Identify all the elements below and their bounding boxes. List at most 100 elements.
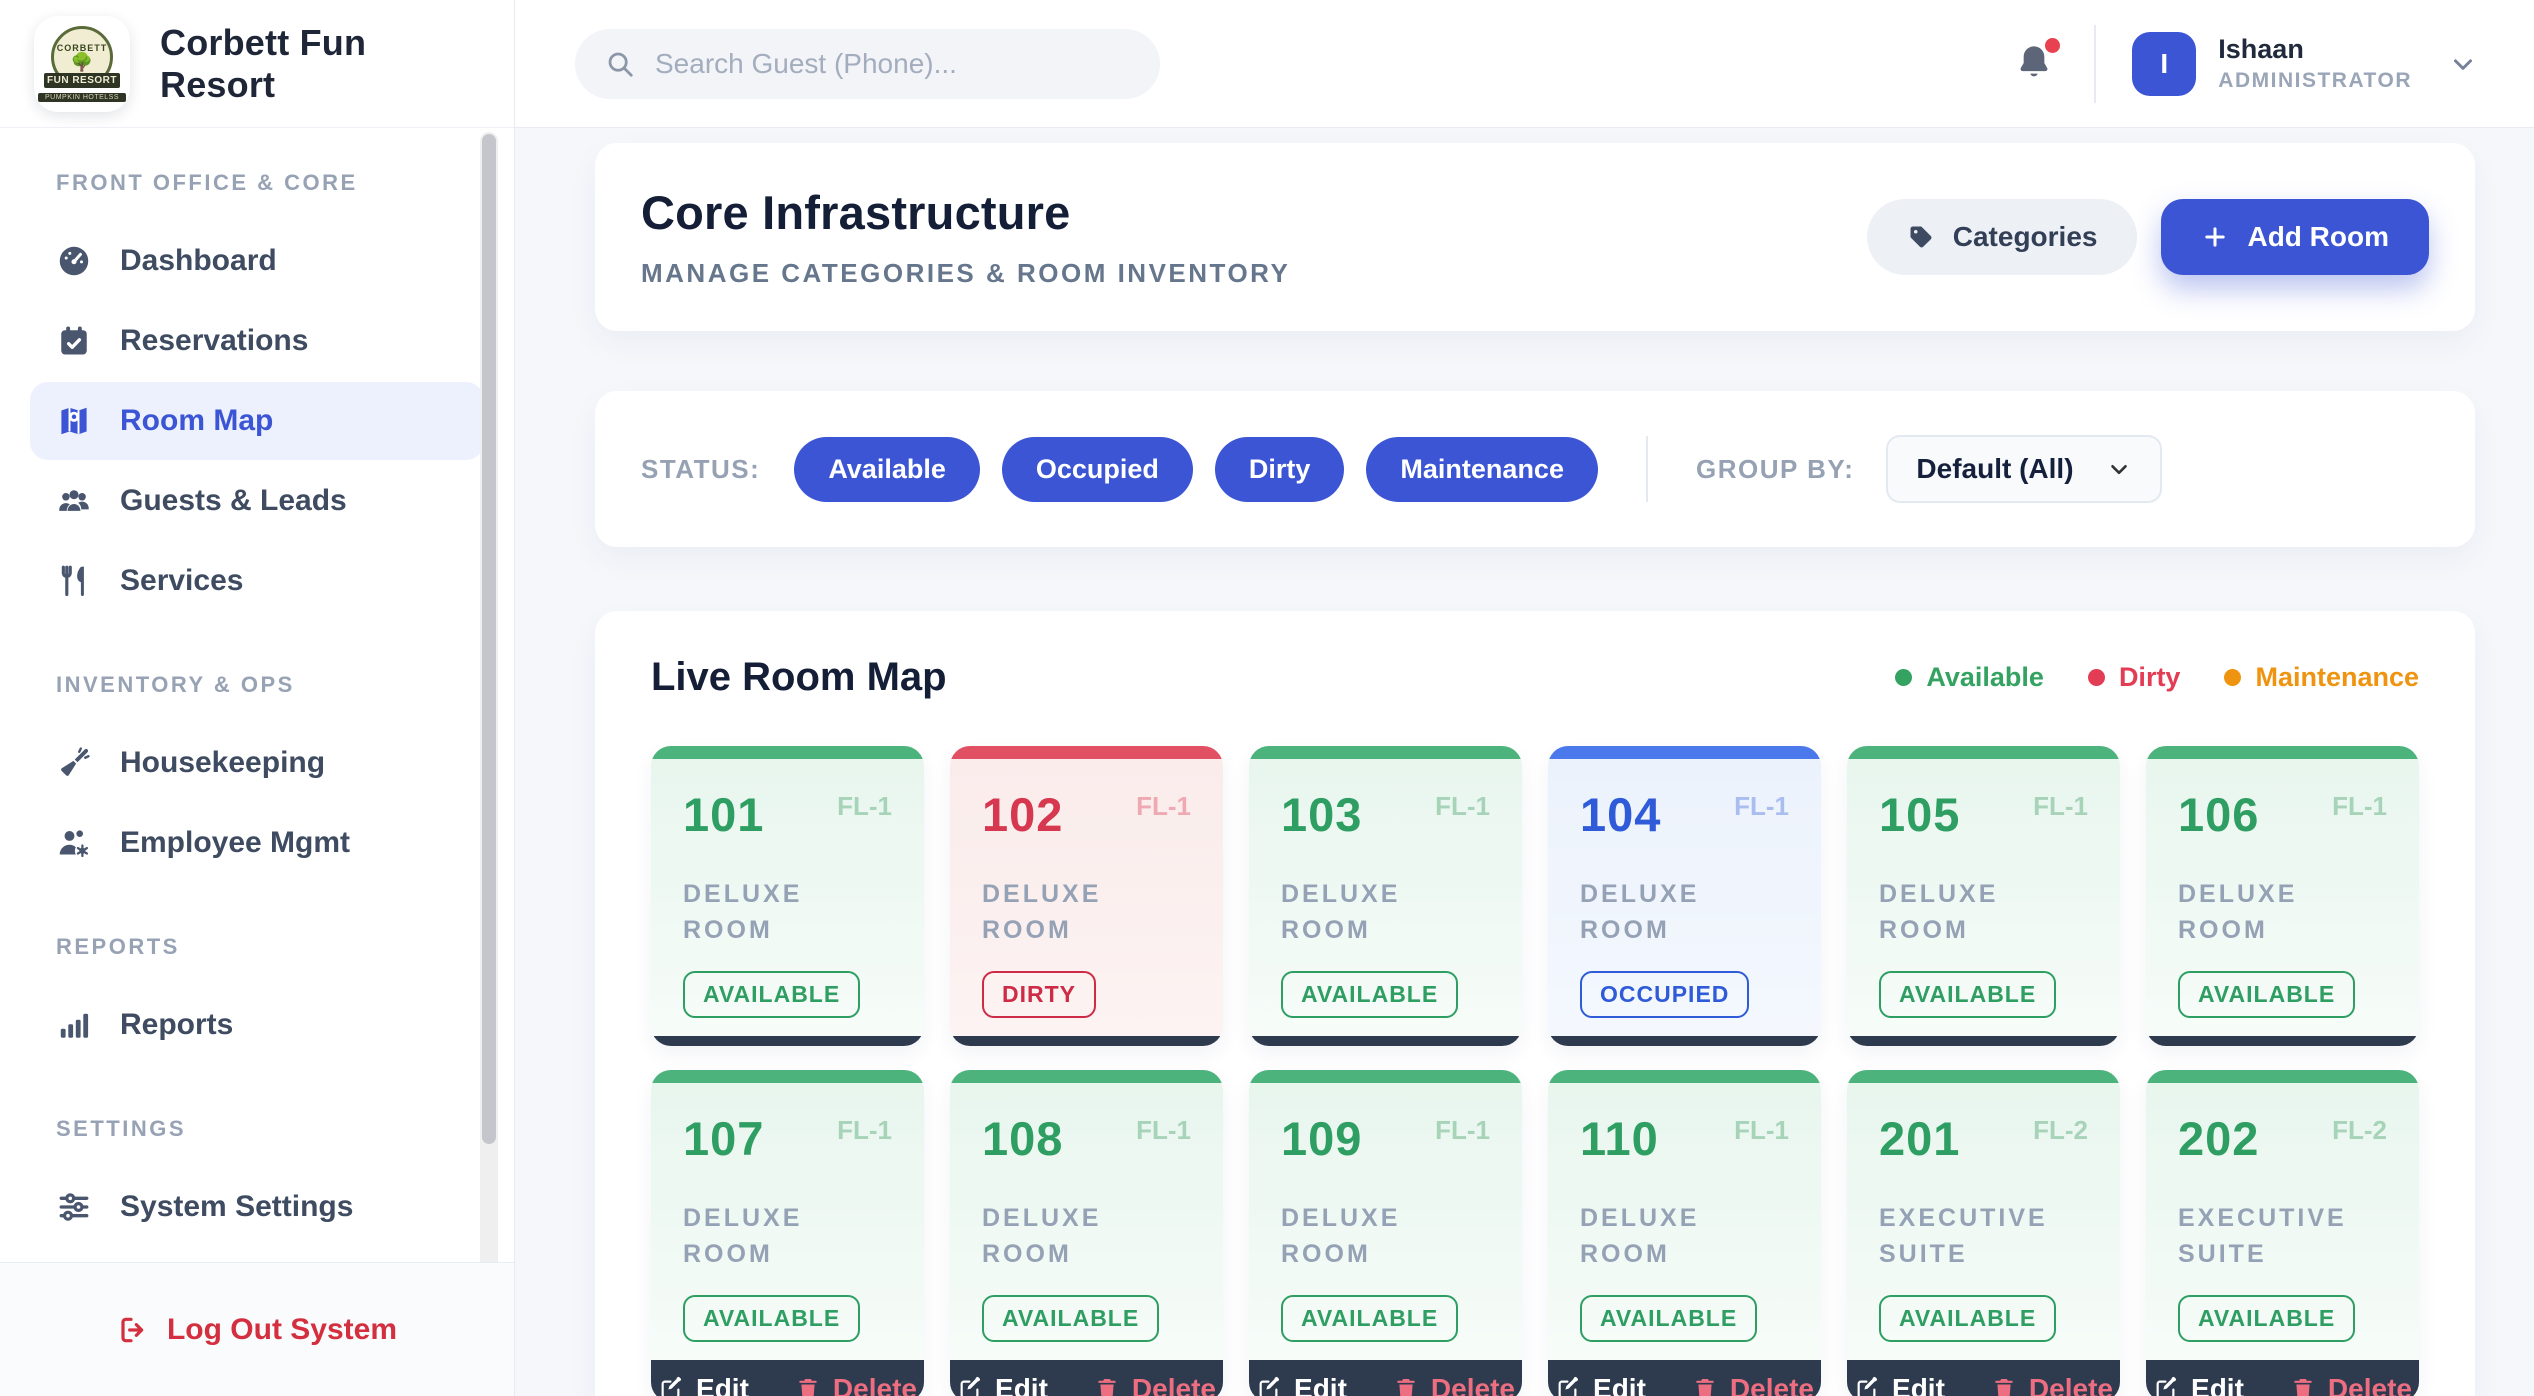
filter-divider bbox=[1646, 436, 1648, 502]
room-card-106: 106FL-1DELUXE ROOMAVAILABLEEditDelete bbox=[2146, 746, 2419, 1046]
sidebar-item-reservations[interactable]: Reservations bbox=[30, 302, 484, 380]
user-menu[interactable]: I Ishaan ADMINISTRATOR bbox=[2132, 32, 2478, 96]
room-edit-button[interactable]: Edit bbox=[658, 1373, 749, 1396]
sidebar-item-guests-leads[interactable]: Guests & Leads bbox=[30, 462, 484, 540]
room-type-label: DELUXE ROOM bbox=[1281, 1200, 1490, 1273]
room-delete-button[interactable]: Delete bbox=[1094, 1373, 1216, 1396]
brand-name: Corbett Fun Resort bbox=[160, 22, 480, 106]
sidebar-item-room-map[interactable]: Room Map bbox=[30, 382, 484, 460]
room-status-badge: AVAILABLE bbox=[982, 1295, 1159, 1342]
chevron-down-icon bbox=[2448, 49, 2478, 79]
room-card-footer: Edit Delete bbox=[651, 1360, 924, 1396]
delete-label: Delete bbox=[2328, 1373, 2412, 1396]
room-edit-button[interactable]: Edit bbox=[2153, 1373, 2244, 1396]
room-card-body: 105FL-1DELUXE ROOMAVAILABLE bbox=[1847, 759, 2120, 1036]
room-edit-button[interactable]: Edit bbox=[957, 1373, 1048, 1396]
room-type-label: DELUXE ROOM bbox=[683, 876, 892, 949]
room-card-footer: Edit Delete bbox=[950, 1360, 1223, 1396]
legend-item-available: Available bbox=[1895, 662, 2044, 693]
map-title: Live Room Map bbox=[651, 655, 947, 700]
legend-dot-icon bbox=[1895, 669, 1912, 686]
group-by-select[interactable]: Default (All) bbox=[1886, 435, 2161, 503]
room-status-badge: AVAILABLE bbox=[1580, 1295, 1757, 1342]
room-card-body: 106FL-1DELUXE ROOMAVAILABLE bbox=[2146, 759, 2419, 1036]
room-delete-button[interactable]: Delete bbox=[2290, 1373, 2412, 1396]
room-number: 201 bbox=[1879, 1111, 1960, 1166]
room-card-footer: Edit Delete bbox=[2146, 1360, 2419, 1396]
status-filter-maintenance[interactable]: Maintenance bbox=[1366, 437, 1598, 502]
sidebar-item-system-settings[interactable]: System Settings bbox=[30, 1168, 484, 1246]
room-type-label: DELUXE ROOM bbox=[982, 876, 1191, 949]
notifications-button[interactable] bbox=[2014, 42, 2058, 86]
edit-label: Edit bbox=[696, 1373, 749, 1396]
room-status-badge: AVAILABLE bbox=[2178, 1295, 2355, 1342]
room-edit-button[interactable]: Edit bbox=[1256, 1373, 1347, 1396]
sidebar-item-housekeeping[interactable]: Housekeeping bbox=[30, 724, 484, 802]
room-type-label: EXECUTIVE SUITE bbox=[1879, 1200, 2088, 1273]
room-card-body: 202FL-2EXECUTIVE SUITEAVAILABLE bbox=[2146, 1083, 2419, 1360]
status-filter-occupied[interactable]: Occupied bbox=[1002, 437, 1193, 502]
sidebar-item-services[interactable]: Services bbox=[30, 542, 484, 620]
edit-icon bbox=[957, 1376, 983, 1396]
notification-badge bbox=[2045, 38, 2060, 53]
room-status-strip bbox=[651, 1070, 924, 1083]
sidebar-item-label: Dashboard bbox=[120, 244, 277, 278]
nav-section: INVENTORY & OPS HousekeepingEmployee Mgmt bbox=[0, 672, 514, 882]
room-number: 101 bbox=[683, 787, 764, 842]
room-card-102: 102FL-1DELUXE ROOMDIRTYEditDelete bbox=[950, 746, 1223, 1046]
tag-icon bbox=[1907, 223, 1935, 251]
guest-search[interactable] bbox=[575, 29, 1160, 99]
edit-label: Edit bbox=[1593, 1373, 1646, 1396]
room-edit-button[interactable]: Edit bbox=[1854, 1373, 1945, 1396]
status-filter-dirty[interactable]: Dirty bbox=[1215, 437, 1345, 502]
room-number: 107 bbox=[683, 1111, 764, 1166]
room-delete-button[interactable]: Delete bbox=[1393, 1373, 1515, 1396]
room-card-body: 107FL-1DELUXE ROOMAVAILABLE bbox=[651, 1083, 924, 1360]
brand-header: CORBETT 🌳 FUN RESORT PUMPKIN HOTELSS Cor… bbox=[0, 0, 514, 128]
sidebar-scrollbar-thumb[interactable] bbox=[482, 134, 496, 1144]
room-number: 109 bbox=[1281, 1111, 1362, 1166]
search-input[interactable] bbox=[655, 48, 1130, 80]
room-status-strip bbox=[950, 746, 1223, 759]
room-card-104: 104FL-1DELUXE ROOMOCCUPIEDEditDelete bbox=[1548, 746, 1821, 1046]
room-card-108: 108FL-1DELUXE ROOMAVAILABLEEditDelete bbox=[950, 1070, 1223, 1396]
room-floor-badge: FL-1 bbox=[1136, 1115, 1191, 1146]
room-status-badge: AVAILABLE bbox=[1879, 971, 2056, 1018]
add-room-button[interactable]: Add Room bbox=[2161, 199, 2429, 275]
sidebar-scrollbar[interactable] bbox=[480, 132, 498, 1286]
dashboard-icon bbox=[56, 243, 92, 279]
edit-label: Edit bbox=[2191, 1373, 2244, 1396]
room-status-strip bbox=[1249, 746, 1522, 759]
room-delete-button[interactable]: Delete bbox=[1991, 1373, 2113, 1396]
status-filter-available[interactable]: Available bbox=[794, 437, 980, 502]
room-status-badge: AVAILABLE bbox=[2178, 971, 2355, 1018]
delete-label: Delete bbox=[1132, 1373, 1216, 1396]
search-icon bbox=[605, 49, 635, 79]
map-legend: AvailableDirtyMaintenance bbox=[1895, 662, 2419, 693]
reports-icon bbox=[56, 1007, 92, 1043]
sidebar-item-dashboard[interactable]: Dashboard bbox=[30, 222, 484, 300]
edit-label: Edit bbox=[1294, 1373, 1347, 1396]
room-floor-badge: FL-1 bbox=[2332, 791, 2387, 822]
trash-icon bbox=[1393, 1376, 1419, 1396]
room-edit-button[interactable]: Edit bbox=[1555, 1373, 1646, 1396]
page-subtitle: MANAGE CATEGORIES & ROOM INVENTORY bbox=[641, 258, 1290, 289]
page-header-card: Core Infrastructure MANAGE CATEGORIES & … bbox=[595, 143, 2475, 331]
nav-section: REPORTSReports bbox=[0, 934, 514, 1064]
edit-label: Edit bbox=[1892, 1373, 1945, 1396]
legend-dot-icon bbox=[2224, 669, 2241, 686]
sidebar-item-employee-mgmt[interactable]: Employee Mgmt bbox=[30, 804, 484, 882]
nav-section-label: INVENTORY & OPS bbox=[0, 672, 514, 698]
room-status-badge: AVAILABLE bbox=[1281, 971, 1458, 1018]
logout-button[interactable]: Log Out System bbox=[0, 1262, 514, 1396]
room-type-label: DELUXE ROOM bbox=[1580, 1200, 1789, 1273]
categories-button[interactable]: Categories bbox=[1867, 199, 2138, 275]
room-card-202: 202FL-2EXECUTIVE SUITEAVAILABLE Edit Delet… bbox=[2146, 1070, 2419, 1396]
room-delete-button[interactable]: Delete bbox=[1692, 1373, 1814, 1396]
delete-label: Delete bbox=[1431, 1373, 1515, 1396]
sidebar-item-reports[interactable]: Reports bbox=[30, 986, 484, 1064]
room-delete-button[interactable]: Delete bbox=[795, 1373, 917, 1396]
topbar: I Ishaan ADMINISTRATOR bbox=[515, 0, 2534, 128]
room-card-body: 101FL-1DELUXE ROOMAVAILABLE bbox=[651, 759, 924, 1036]
logo-sub-text: PUMPKIN HOTELSS bbox=[38, 93, 126, 102]
